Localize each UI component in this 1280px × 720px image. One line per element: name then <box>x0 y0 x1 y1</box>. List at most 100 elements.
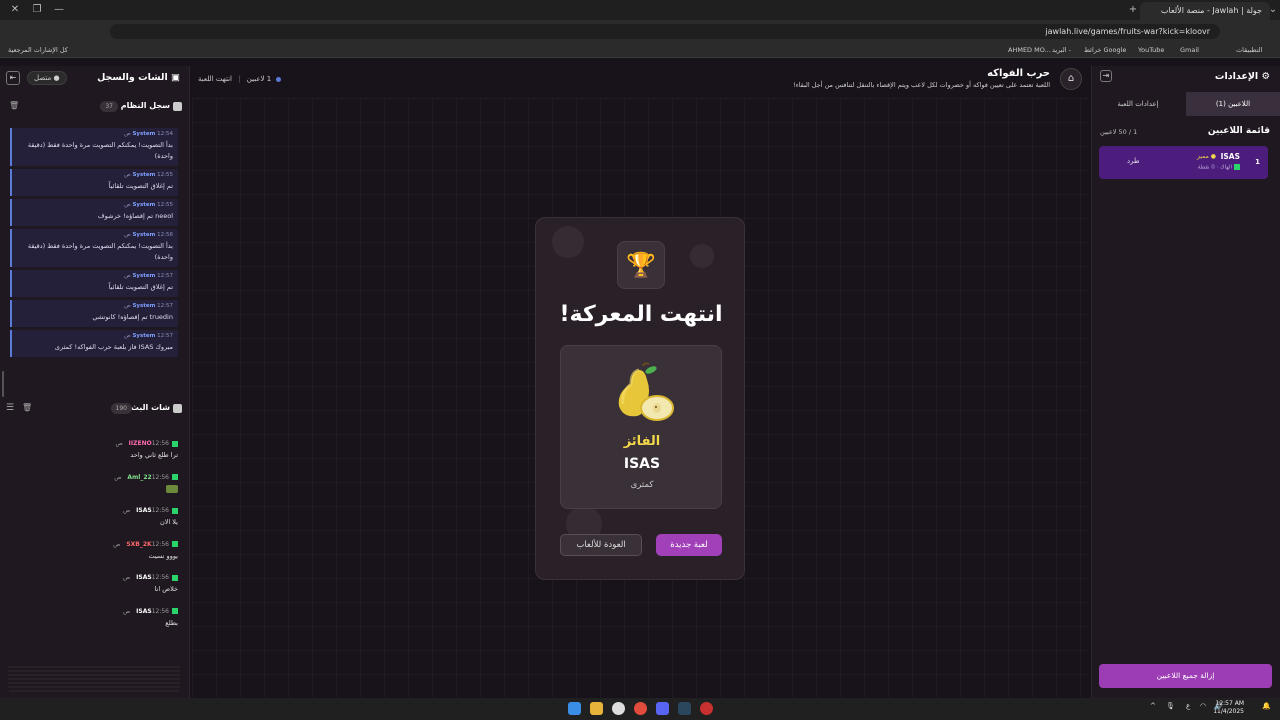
all-bookmarks-link[interactable]: كل الإشارات المرجعية <box>8 43 68 57</box>
new-game-button[interactable]: لعبة جديدة <box>656 534 722 556</box>
winner-name: ISAS <box>623 456 661 472</box>
chat-input-placeholder[interactable] <box>8 664 180 692</box>
syslog-meta: System 12:54 ص <box>124 131 173 137</box>
chat-trash-icon[interactable]: 🗑 <box>22 403 32 412</box>
syslog-message: System 12:57 ص تم إغلاق التصويت تلقائياً <box>10 270 178 297</box>
game-status-bar: 1 لاعبين | انتهت اللعبة <box>198 75 282 83</box>
chat-message: ISAS12:56 ص يلا الان <box>0 503 190 537</box>
player-badge: ● مميز <box>1197 153 1216 160</box>
notification-icon[interactable]: 🔔 <box>1262 702 1271 710</box>
home-button[interactable]: ⌂ <box>1060 68 1082 90</box>
tray-chevron-icon[interactable]: ^ <box>1150 702 1156 710</box>
syslog-scrollbar[interactable] <box>2 371 4 397</box>
syslog-text: truedin تم إقصاؤه! كانوتشي <box>92 313 173 321</box>
url-input[interactable]: jawlah.live/games/fruits-war?kick=kloovr <box>110 24 1220 39</box>
chat-title: شات البث <box>130 403 170 412</box>
chat-username: Aml_22 <box>127 473 152 481</box>
collapse-right-icon[interactable]: ⇥ <box>1100 70 1112 82</box>
tab-players[interactable]: اللاعبين (1) <box>1186 92 1280 116</box>
app-icon[interactable] <box>700 702 713 715</box>
kick-badge-icon <box>172 541 178 547</box>
syslog-text: بدأ التصويت! يمكنكم التصويت مرة واحدة فق… <box>27 242 173 261</box>
chat-icon: ▣ <box>171 72 180 83</box>
kick-platform-icon <box>1234 164 1240 170</box>
chat-text <box>6 484 178 495</box>
clock[interactable]: 12:57 AM 11/4/2025 <box>1213 700 1244 716</box>
file-explorer-icon[interactable] <box>590 702 603 715</box>
chat-message: Aml_2212:56 ص <box>0 470 190 504</box>
chat-message: ISAS12:56 ص خلاص انا <box>0 570 190 604</box>
settings-tabs: اللاعبين (1) إعدادات اللعبة <box>1091 92 1280 116</box>
bookmark-maps[interactable]: خرائط Google <box>1084 43 1126 57</box>
sort-icon[interactable]: ☰ <box>6 403 14 413</box>
syslog-text: تم إغلاق التصويت تلقائياً <box>108 182 173 190</box>
chat-text: ترا طلع ثاني واحد <box>130 451 178 459</box>
tab-game-settings[interactable]: إعدادات اللعبة <box>1091 92 1185 116</box>
bookmark-gmail[interactable]: Gmail <box>1180 43 1199 57</box>
kick-badge-icon <box>172 608 178 614</box>
bookmark-mail[interactable]: البريد - <box>1052 43 1071 57</box>
chrome-icon[interactable] <box>634 702 647 715</box>
syslog-meta: System 12:55 ص <box>124 172 173 178</box>
collapse-left-icon[interactable]: ⇤ <box>6 71 20 85</box>
language-indicator[interactable]: ع <box>1186 702 1190 710</box>
minimize-window-icon[interactable]: — <box>44 2 74 18</box>
chat-meta: Aml_2212:56 ص <box>6 474 178 481</box>
syslog-meta: System 12:57 ص <box>124 303 173 309</box>
syslog-text: مبروك ISAS فاز بلعبة حرب الفواكه! كمثرى <box>54 343 173 351</box>
tab-search-icon[interactable]: ⌄ <box>1258 2 1280 18</box>
log-icon <box>173 102 182 111</box>
trash-icon[interactable]: 🗑 <box>9 101 19 110</box>
syslog-message: System 12:54 ص بدأ التصويت! يمكنكم التصوي… <box>10 128 178 166</box>
home-icon: ⌂ <box>1067 73 1075 84</box>
chat-message-list: IIZENO12:56 ص ترا طلع ثاني واحد Aml_2212:5… <box>0 436 190 661</box>
syslog-meta: System 12:57 ص <box>124 273 173 279</box>
kick-button[interactable]: طرد <box>1127 157 1140 165</box>
decor-bubble <box>552 226 584 258</box>
decor-bubble <box>690 244 714 268</box>
windows-start-icon[interactable] <box>568 702 581 715</box>
chat-meta: IIZENO12:56 ص <box>6 440 178 447</box>
syslog-text: neeol تم إقصاؤه! خرشوف <box>97 212 173 220</box>
remove-all-players-button[interactable]: إزالة جميع اللاعبين <box>1099 664 1272 688</box>
winner-box: الفائز ISAS كمثرى <box>560 345 722 509</box>
chat-message: IIZENO12:56 ص ترا طلع ثاني واحد <box>0 436 190 470</box>
clock-time: 12:57 AM <box>1215 700 1244 707</box>
syslog-message: System 12:57 ص truedin تم إقصاؤه! كانوتشي <box>10 300 178 327</box>
bookmark-apps[interactable]: التطبيقات <box>1236 43 1262 57</box>
chat-meta: ISAS12:56 ص <box>6 507 178 514</box>
discord-icon[interactable] <box>656 702 669 715</box>
chat-header: شات البث 190 🗑 ☰ <box>0 400 190 420</box>
mic-icon[interactable]: 🎙 <box>1166 702 1175 710</box>
chat-message: SXB_2K12:56 ص يووو نسيت <box>0 537 190 571</box>
player-list-count: 1 / 50 لاعبين <box>1100 128 1138 136</box>
chat-message: ISAS12:56 ص بطلع <box>0 604 190 638</box>
syslog-message: System 12:55 ص neeol تم إقصاؤه! خرشوف <box>10 199 178 226</box>
syslog-meta: System 12:56 ص <box>124 232 173 238</box>
bookmark-ahmed[interactable]: AHMED MO... <box>1008 43 1051 57</box>
emote-icon <box>166 484 178 493</box>
steam-icon[interactable] <box>678 702 691 715</box>
chat-panel-header: ▣ الشات والسجل ● متصل ⇤ <box>0 66 190 96</box>
chat-bubble-icon <box>173 404 182 413</box>
players-status: 1 لاعبين <box>246 75 272 83</box>
clock-date: 11/4/2025 <box>1213 708 1244 715</box>
browser-tab[interactable]: جولة | Jawlah - منصة الألعاب <box>1140 2 1270 20</box>
syslog-message: System 12:55 ص تم إغلاق التصويت تلقائياً <box>10 169 178 196</box>
settings-app-icon[interactable] <box>612 702 625 715</box>
syslog-text: تم إغلاق التصويت تلقائياً <box>108 283 173 291</box>
syslog-message: System 12:56 ص بدأ التصويت! يمكنكم التصوي… <box>10 229 178 267</box>
wifi-icon[interactable]: ◠ <box>1200 702 1206 710</box>
chat-meta: SXB_2K12:56 ص <box>6 541 178 548</box>
syslog-header: سجل النظام 37 🗑 <box>0 98 190 118</box>
chat-username: IIZENO <box>128 440 152 447</box>
player-card[interactable]: 1 ISAS ● مميز الهاك · 0 نقطة طرد <box>1099 146 1268 179</box>
kick-badge-icon <box>172 574 178 581</box>
status-dot <box>276 76 282 82</box>
game-title: حرب الفواكه <box>987 68 1050 79</box>
battle-end-card: 🏆 انتهت المعركة! الفائز ISAS كمثرى لعبة … <box>535 217 745 580</box>
game-status: انتهت اللعبة <box>198 75 232 83</box>
connection-status: ● متصل <box>27 71 67 85</box>
bookmark-youtube[interactable]: YouTube <box>1138 43 1164 57</box>
back-to-games-button[interactable]: العودة للألعاب <box>560 534 642 556</box>
